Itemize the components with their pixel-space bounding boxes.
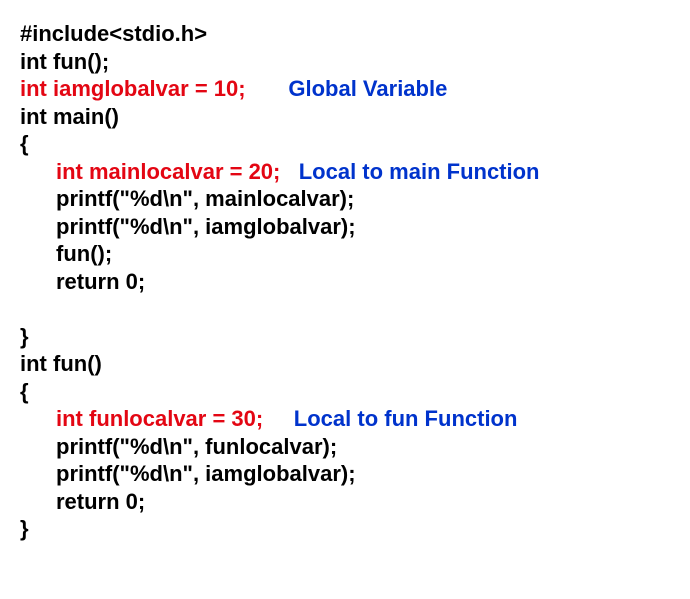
code-line: int main()	[20, 103, 670, 131]
comment-local-main: Local to main Function	[299, 159, 540, 184]
blank-line	[20, 295, 670, 323]
code-line: }	[20, 515, 670, 543]
fun-local-var-declaration: int funlocalvar = 30;	[56, 406, 263, 431]
main-local-var-declaration: int mainlocalvar = 20;	[56, 159, 280, 184]
code-line: #include<stdio.h>	[20, 20, 670, 48]
code-line: fun();	[20, 240, 670, 268]
code-line: return 0;	[20, 268, 670, 296]
code-block: #include<stdio.h> int fun(); int iamglob…	[20, 20, 670, 543]
code-line: }	[20, 323, 670, 351]
code-line: {	[20, 378, 670, 406]
code-line: printf("%d\n", iamglobalvar);	[20, 213, 670, 241]
code-line: int fun();	[20, 48, 670, 76]
comment-local-fun: Local to fun Function	[294, 406, 518, 431]
code-line: printf("%d\n", funlocalvar);	[20, 433, 670, 461]
code-line: int mainlocalvar = 20; Local to main Fun…	[20, 158, 670, 186]
code-line: int iamglobalvar = 10; Global Variable	[20, 75, 670, 103]
code-line: printf("%d\n", mainlocalvar);	[20, 185, 670, 213]
global-var-declaration: int iamglobalvar = 10;	[20, 76, 246, 101]
code-line: printf("%d\n", iamglobalvar);	[20, 460, 670, 488]
code-line: return 0;	[20, 488, 670, 516]
code-line: int funlocalvar = 30; Local to fun Funct…	[20, 405, 670, 433]
code-line: int fun()	[20, 350, 670, 378]
code-line: {	[20, 130, 670, 158]
comment-global-variable: Global Variable	[288, 76, 447, 101]
